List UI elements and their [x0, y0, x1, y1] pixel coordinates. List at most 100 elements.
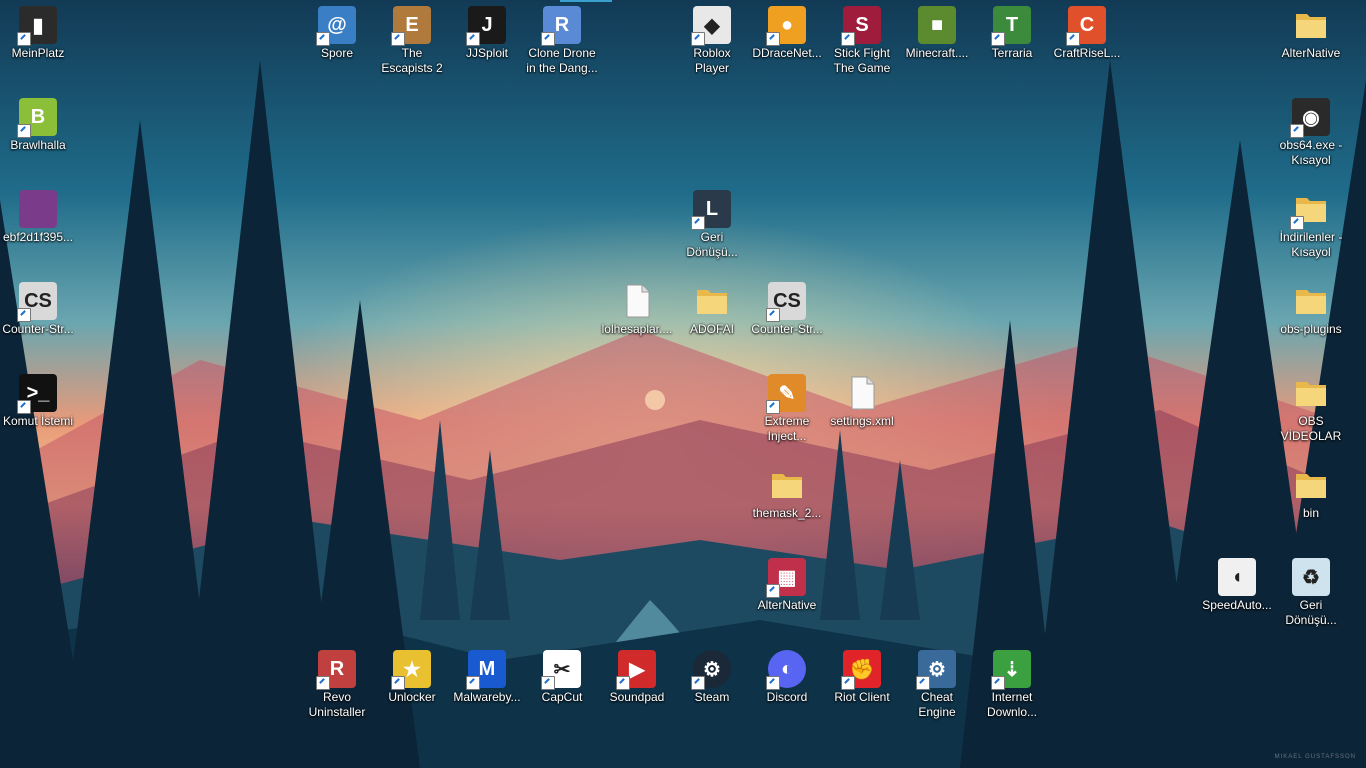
counter-str-icon: CS: [766, 282, 806, 322]
desktop-icon-capcut[interactable]: ✂ CapCut: [524, 646, 600, 705]
ddracenet-icon: ●: [766, 6, 806, 46]
shortcut-arrow-icon: [17, 400, 31, 414]
desktop-icon-label: Revo Uninstaller: [308, 690, 366, 719]
desktop-icon-steam[interactable]: ⚙ Steam: [674, 646, 750, 705]
desktop-icon-alternative[interactable]: ▦ AlterNative: [749, 554, 825, 613]
desktop-icon-geri-dönüşü[interactable]: ♻ Geri Dönüşü...: [1273, 554, 1349, 628]
desktop-icon-label: Steam: [694, 690, 730, 704]
desktop-icon-extreme-inject[interactable]: ✎ Extreme Inject...: [749, 370, 825, 444]
desktop-icon-obs-vi-deolar[interactable]: OBS VİDEOLAR: [1273, 370, 1349, 444]
desktop-icon-lolhesaplar[interactable]: lolhesaplar....: [599, 278, 675, 337]
roblox-player-icon: ◆: [691, 6, 731, 46]
obs-vi-deolar-icon: [1292, 374, 1330, 412]
desktop-icon-clone-drone-in-the-dang[interactable]: R Clone Drone in the Dang...: [524, 2, 600, 76]
desktop-icon-komut-i-stemi[interactable]: >_ Komut İstemi: [0, 370, 76, 429]
desktop-icon-obs-plugins[interactable]: obs-plugins: [1273, 278, 1349, 337]
desktop-icon-riot-client[interactable]: ✊ Riot Client: [824, 646, 900, 705]
desktop-icon-brawlhalla[interactable]: B Brawlhalla: [0, 94, 76, 153]
speedauto-icon: ◖: [1218, 558, 1256, 596]
geri-dönüşü-icon: L: [691, 190, 731, 230]
shortcut-arrow-icon: [1290, 124, 1304, 138]
settings-xml-icon: [843, 374, 881, 412]
desktop-icon-i-ndirilenler-kısayol[interactable]: İndirilenler - Kısayol: [1273, 186, 1349, 260]
desktop-icon-label: Roblox Player: [693, 46, 731, 75]
desktop-icon-minecraft[interactable]: ■ Minecraft....: [899, 2, 975, 61]
desktop-icon-themask-2[interactable]: themask_2...: [749, 462, 825, 521]
desktop-icon-label: CraftRiseL...: [1053, 46, 1121, 60]
discord-icon: ◐: [766, 650, 806, 690]
shortcut-arrow-icon: [766, 32, 780, 46]
desktop-icon-label: OBS VİDEOLAR: [1280, 414, 1342, 443]
desktop-icon-label: Discord: [766, 690, 808, 704]
desktop-icon-ddracenet[interactable]: ● DDraceNet...: [749, 2, 825, 61]
desktop-icon-soundpad[interactable]: ▶ Soundpad: [599, 646, 675, 705]
desktop-icon-settings-xml[interactable]: settings.xml: [824, 370, 900, 429]
the-escapists-2-icon: E: [391, 6, 431, 46]
extreme-inject-icon: ✎: [766, 374, 806, 414]
shortcut-arrow-icon: [766, 584, 780, 598]
desktop-icon-speedauto[interactable]: ◖ SpeedAuto...: [1199, 554, 1275, 613]
shortcut-arrow-icon: [616, 676, 630, 690]
desktop-icon-discord[interactable]: ◐ Discord: [749, 646, 825, 705]
desktop-icon-label: Komut İstemi: [2, 414, 74, 428]
shortcut-arrow-icon: [766, 400, 780, 414]
clone-drone-in-the-dang-icon: R: [541, 6, 581, 46]
internet-downlo-icon: ⇣: [991, 650, 1031, 690]
desktop-icon-label: Cheat Engine: [918, 690, 956, 719]
desktop-icon-label: AlterNative: [1281, 46, 1341, 60]
obs-plugins-icon: [1292, 282, 1330, 320]
desktop-icon-alternative[interactable]: AlterNative: [1273, 2, 1349, 61]
desktop-icon-internet-downlo[interactable]: ⇣ Internet Downlo...: [974, 646, 1050, 720]
shortcut-arrow-icon: [1066, 32, 1080, 46]
desktop-icon-obs64-exe-kısayol[interactable]: ◉ obs64.exe - Kısayol: [1273, 94, 1349, 168]
desktop-icon-roblox-player[interactable]: ◆ Roblox Player: [674, 2, 750, 76]
lolhesaplar-icon: [618, 282, 656, 320]
desktop-icon-adofai[interactable]: ADOFAI: [674, 278, 750, 337]
desktop-icon-label: Internet Downlo...: [986, 690, 1038, 719]
desktop-icon-label: Stick Fight The Game: [833, 46, 891, 75]
shortcut-arrow-icon: [916, 676, 930, 690]
desktop-icon-spore[interactable]: @ Spore: [299, 2, 375, 61]
shortcut-arrow-icon: [991, 676, 1005, 690]
steam-icon: ⚙: [691, 650, 731, 690]
komut-i-stemi-icon: >_: [17, 374, 57, 414]
shortcut-arrow-icon: [391, 676, 405, 690]
shortcut-arrow-icon: [1290, 216, 1304, 230]
desktop[interactable]: ▮ MeinPlatz B Brawlhalla ebf2d1f395... CS Coun…: [0, 0, 1366, 768]
desktop-icon-label: Counter-Str...: [2, 322, 74, 336]
desktop-icon-cheat-engine[interactable]: ⚙ Cheat Engine: [899, 646, 975, 720]
cheat-engine-icon: ⚙: [916, 650, 956, 690]
geri-dönüşü-icon: ♻: [1292, 558, 1330, 596]
malwareby-icon: M: [466, 650, 506, 690]
desktop-icon-terraria[interactable]: T Terraria: [974, 2, 1050, 61]
adofai-icon: [693, 282, 731, 320]
desktop-icon-jjsploit[interactable]: J JJSploit: [449, 2, 525, 61]
desktop-icon-revo-uninstaller[interactable]: R Revo Uninstaller: [299, 646, 375, 720]
shortcut-arrow-icon: [466, 676, 480, 690]
desktop-icon-meinplatz[interactable]: ▮ MeinPlatz: [0, 2, 76, 61]
desktop-icon-label: settings.xml: [830, 414, 894, 428]
desktop-icon-label: Unlocker: [388, 690, 436, 704]
unlocker-icon: ★: [391, 650, 431, 690]
desktop-icon-counter-str[interactable]: CS Counter-Str...: [0, 278, 76, 337]
desktop-icon-label: Geri Dönüşü...: [1285, 598, 1337, 627]
shortcut-arrow-icon: [841, 676, 855, 690]
desktop-icon-unlocker[interactable]: ★ Unlocker: [374, 646, 450, 705]
desktop-icon-craftrisel[interactable]: C CraftRiseL...: [1049, 2, 1125, 61]
desktop-icon-ebf2d1f395[interactable]: ebf2d1f395...: [0, 186, 76, 245]
desktop-icon-bin[interactable]: bin: [1273, 462, 1349, 521]
desktop-icon-malwareby[interactable]: M Malwareby...: [449, 646, 525, 705]
shortcut-arrow-icon: [466, 32, 480, 46]
desktop-icon-the-escapists-2[interactable]: E The Escapists 2: [374, 2, 450, 76]
shortcut-arrow-icon: [391, 32, 405, 46]
desktop-icon-label: İndirilenler - Kısayol: [1279, 230, 1343, 259]
desktop-icon-label: SpeedAuto...: [1202, 598, 1272, 612]
desktop-icon-label: ADOFAI: [689, 322, 734, 336]
shortcut-arrow-icon: [17, 124, 31, 138]
counter-str-icon: CS: [17, 282, 57, 322]
soundpad-icon: ▶: [616, 650, 656, 690]
wallpaper-watermark: MIKAEL GUSTAFSSON: [1274, 754, 1356, 760]
desktop-icon-geri-dönüşü[interactable]: L Geri Dönüşü...: [674, 186, 750, 260]
desktop-icon-counter-str[interactable]: CS Counter-Str...: [749, 278, 825, 337]
desktop-icon-stick-fight-the-game[interactable]: S Stick Fight The Game: [824, 2, 900, 76]
